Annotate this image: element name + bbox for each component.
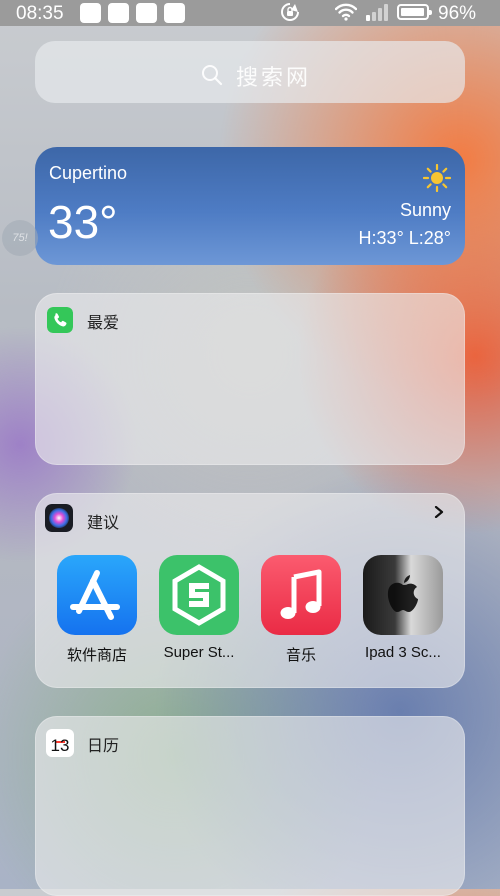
calendar-icon: 13 xyxy=(46,729,74,757)
super-s-icon xyxy=(159,555,239,635)
calendar-day: 13 xyxy=(50,736,70,755)
search-icon xyxy=(202,65,223,86)
favorites-title: 最爱 xyxy=(87,315,120,332)
phone-icon xyxy=(47,307,73,333)
rotation-lock-icon xyxy=(281,3,299,21)
suggested-app[interactable]: 软件商店 xyxy=(52,555,142,665)
search-placeholder: 搜索网 xyxy=(236,65,312,90)
suggested-app[interactable]: Ipad 3 Sc... xyxy=(358,555,448,661)
siri-suggestions-widget: 建议 软件商店 Super St... 音乐 Ipad 3 Sc... xyxy=(35,493,465,688)
music-icon xyxy=(261,555,341,635)
favorites-widget[interactable]: 最爱 xyxy=(35,293,465,465)
status-time: 08:35 xyxy=(16,3,64,24)
app-store-icon xyxy=(57,555,137,635)
status-bar: 08:35 96% xyxy=(0,0,500,26)
notification-placeholder-icon xyxy=(108,3,129,23)
battery-percent: 96% xyxy=(438,3,477,24)
suggested-app[interactable]: 音乐 xyxy=(256,555,346,665)
siri-icon xyxy=(45,504,73,532)
notification-placeholder-icon xyxy=(136,3,157,23)
notification-placeholder-icon xyxy=(164,3,185,23)
weather-high-low: H:33° L:28° xyxy=(358,228,451,248)
battery-icon xyxy=(397,4,432,20)
suggestions-title: 建议 xyxy=(87,515,120,532)
calendar-widget[interactable]: 13 日历 xyxy=(35,716,465,896)
weather-condition: Sunny xyxy=(399,200,451,220)
assistive-touch-bubble[interactable]: 75! xyxy=(2,220,38,256)
suggested-app-label: 音乐 xyxy=(285,647,316,664)
cellular-signal-icon xyxy=(366,4,388,21)
wifi-icon xyxy=(335,3,357,21)
suggested-app[interactable]: Super St... xyxy=(154,555,244,661)
calendar-title: 日历 xyxy=(87,738,120,755)
suggested-app-label: 软件商店 xyxy=(66,647,127,664)
sun-icon xyxy=(423,164,451,192)
chevron-right-icon[interactable] xyxy=(433,506,445,518)
weather-temperature: 33° xyxy=(48,196,118,248)
suggested-app-label: Super St... xyxy=(163,644,235,661)
weather-city: Cupertino xyxy=(49,163,128,183)
apple-logo-icon xyxy=(363,555,443,635)
suggested-app-label: Ipad 3 Sc... xyxy=(365,644,441,661)
weather-widget[interactable]: Cupertino 33° Sunny H:33° L:28° xyxy=(35,147,465,265)
notification-placeholder-icon xyxy=(80,3,101,23)
